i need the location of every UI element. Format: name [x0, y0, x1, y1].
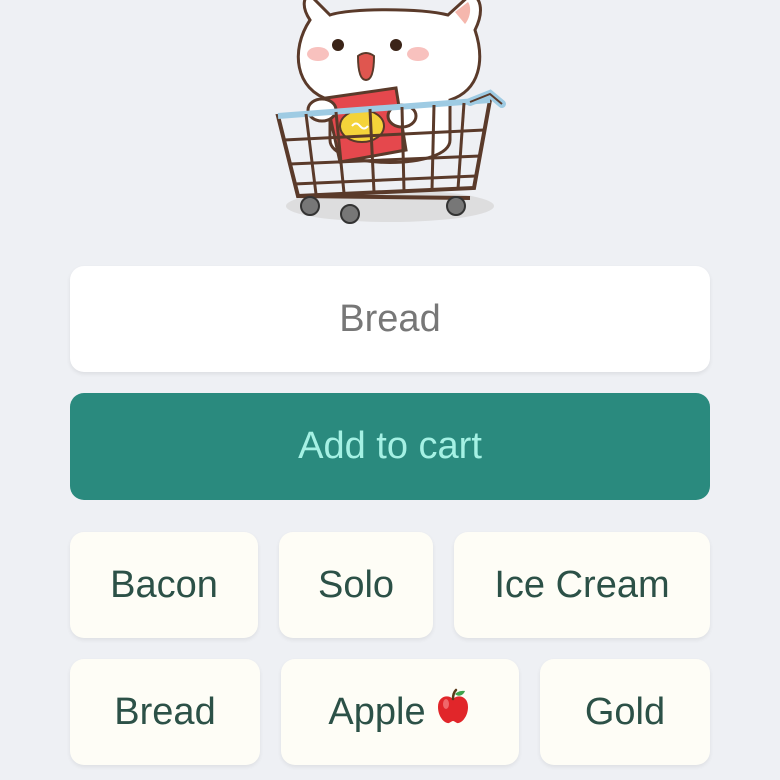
chip-label: Gold [584, 690, 666, 733]
suggestion-chip-solo[interactable]: Solo [279, 532, 433, 638]
chip-label: Ice Cream [494, 563, 670, 606]
chip-label: Bread [114, 690, 216, 733]
suggestion-chip-ice-cream[interactable]: Ice Cream [454, 532, 710, 638]
chip-label: Bacon [110, 563, 218, 606]
suggestion-chip-bread[interactable]: Bread [70, 659, 260, 765]
suggestion-chip-apple[interactable]: Apple [281, 659, 519, 765]
item-input-container [70, 266, 710, 372]
item-input[interactable] [70, 266, 710, 372]
add-to-cart-button[interactable]: Add to cart [70, 393, 710, 500]
add-to-cart-label: Add to cart [298, 425, 482, 467]
suggestion-chip-gold[interactable]: Gold [540, 659, 710, 765]
cat-cart-icon [275, 0, 506, 224]
apple-icon [434, 688, 472, 736]
suggestion-chip-bacon[interactable]: Bacon [70, 532, 258, 638]
chip-label: Apple [328, 690, 426, 733]
cat-in-cart-illustration [270, 0, 510, 240]
chip-label: Solo [317, 563, 395, 606]
